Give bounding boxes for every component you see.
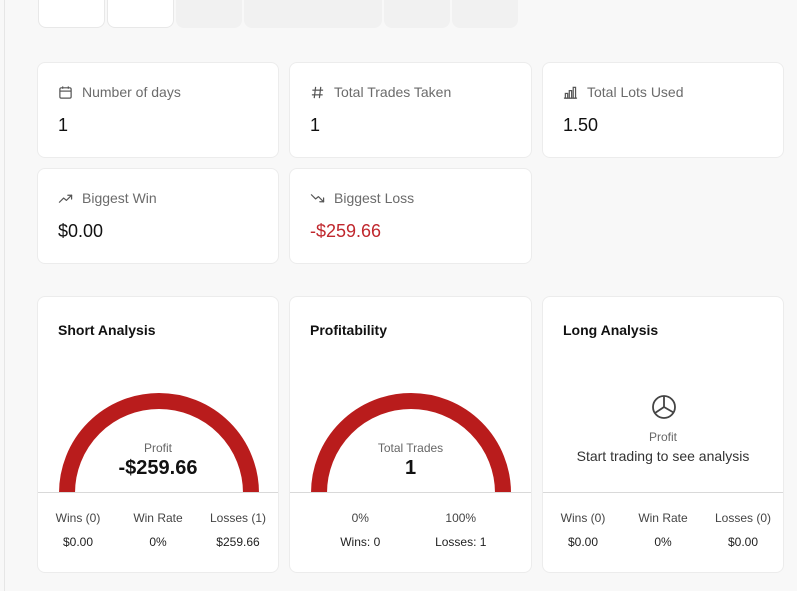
divider xyxy=(38,492,278,493)
profitability-card: Profitability Total Trades 1 0% Wins: 0 … xyxy=(289,296,532,573)
footer-col-wins: Wins (0) $0.00 xyxy=(55,511,101,549)
stat-card-days: Number of days 1 xyxy=(37,62,279,158)
divider xyxy=(543,492,783,493)
long-analysis-card: Long Analysis Profit Start trading to se… xyxy=(542,296,784,573)
pie-chart-icon xyxy=(652,395,676,419)
tab-5[interactable] xyxy=(384,0,450,28)
stat-label-biggest-win: Biggest Win xyxy=(82,190,157,206)
stat-value-days: 1 xyxy=(58,115,69,135)
profitability-center-label: Total Trades xyxy=(377,441,444,455)
tab-1[interactable] xyxy=(38,0,105,28)
footer-col-win-rate: Win Rate 0% xyxy=(133,511,183,549)
stat-label-lots: Total Lots Used xyxy=(587,84,684,100)
long-analysis-empty-label: Profit xyxy=(648,430,677,444)
footer-col-losses: 100% Losses: 1 xyxy=(435,511,487,549)
tab-4[interactable] xyxy=(244,0,382,28)
tab-6[interactable] xyxy=(452,0,518,28)
bar-chart-icon xyxy=(563,86,578,99)
stat-value-biggest-win: $0.00 xyxy=(58,221,104,241)
short-analysis-footer: Wins (0) $0.00 Win Rate 0% Losses (1) $2… xyxy=(38,511,278,549)
stat-card-trades: Total Trades Taken 1 xyxy=(289,62,532,158)
stat-card-lots: Total Lots Used 1.50 xyxy=(542,62,784,158)
stat-label-biggest-loss: Biggest Loss xyxy=(334,190,415,206)
calendar-icon xyxy=(59,85,72,99)
stat-value-trades: 1 xyxy=(310,115,321,135)
footer-col-wins: Wins (0) $0.00 xyxy=(560,511,606,549)
stat-label-days: Number of days xyxy=(82,84,181,100)
footer-col-losses: Losses (1) $259.66 xyxy=(209,511,267,549)
long-analysis-footer: Wins (0) $0.00 Win Rate 0% Losses (0) $0… xyxy=(543,511,783,549)
short-analysis-card: Short Analysis Profit -$259.66 Wins (0) … xyxy=(37,296,279,573)
page-left-border xyxy=(4,0,5,591)
stat-card-biggest-win: Biggest Win $0.00 xyxy=(37,168,279,264)
top-tabs xyxy=(38,0,518,28)
hash-icon xyxy=(311,86,324,98)
long-analysis-title: Long Analysis xyxy=(563,322,659,338)
short-analysis-center-value: -$259.66 xyxy=(118,457,198,479)
footer-col-wins: 0% Wins: 0 xyxy=(340,511,381,549)
divider xyxy=(290,492,531,493)
profitability-title: Profitability xyxy=(310,322,388,338)
trending-down-icon xyxy=(310,193,325,202)
short-analysis-center-label: Profit xyxy=(143,441,172,455)
stat-card-biggest-loss: Biggest Loss -$259.66 xyxy=(289,168,532,264)
profitability-footer: 0% Wins: 0 100% Losses: 1 xyxy=(290,511,531,549)
tab-2[interactable] xyxy=(107,0,174,28)
profitability-center-value: 1 xyxy=(404,457,417,479)
footer-col-win-rate: Win Rate 0% xyxy=(638,511,688,549)
stat-label-trades: Total Trades Taken xyxy=(334,84,452,100)
stat-value-biggest-loss: -$259.66 xyxy=(310,221,382,241)
short-analysis-title: Short Analysis xyxy=(58,322,156,338)
long-analysis-empty-message: Start trading to see analysis xyxy=(576,448,750,464)
stat-value-lots: 1.50 xyxy=(563,115,599,135)
footer-col-losses: Losses (0) $0.00 xyxy=(714,511,772,549)
tab-3[interactable] xyxy=(176,0,242,28)
trending-up-icon xyxy=(58,194,73,203)
